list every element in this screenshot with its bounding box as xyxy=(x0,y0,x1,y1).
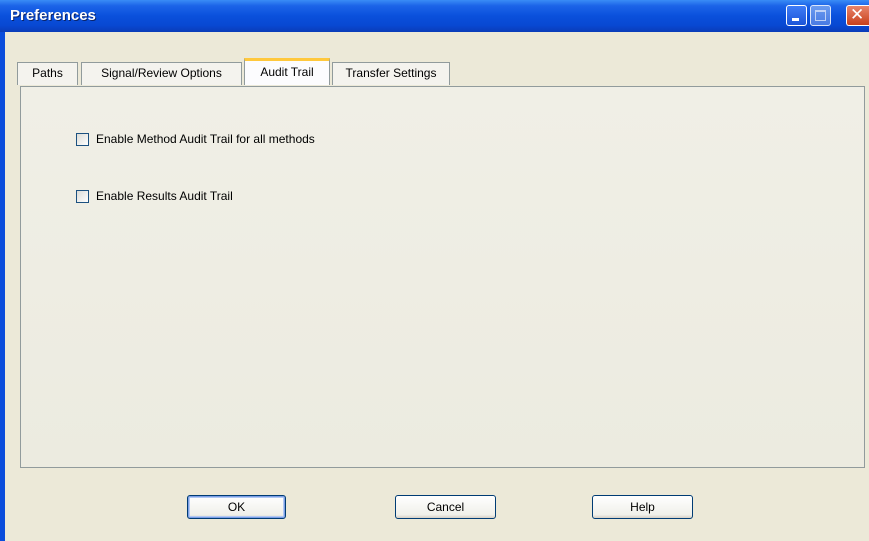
results-audit-trail-label[interactable]: Enable Results Audit Trail xyxy=(96,189,233,203)
ok-button[interactable]: OK xyxy=(187,495,286,519)
method-audit-trail-checkbox[interactable] xyxy=(76,132,89,146)
preferences-window: Preferences ✕ Paths Signal/Review Option… xyxy=(0,0,869,541)
window-title: Preferences xyxy=(10,7,96,24)
tab-paths[interactable]: Paths xyxy=(17,62,78,85)
close-icon: ✕ xyxy=(850,5,865,25)
audit-trail-panel: Enable Method Audit Trail for all method… xyxy=(20,86,865,468)
method-audit-trail-option[interactable]: Enable Method Audit Trail for all method… xyxy=(76,132,315,146)
close-button[interactable]: ✕ xyxy=(846,5,869,26)
help-button[interactable]: Help xyxy=(592,495,693,519)
cancel-button[interactable]: Cancel xyxy=(395,495,496,519)
title-bar[interactable]: Preferences ✕ xyxy=(0,0,869,32)
minimize-button[interactable] xyxy=(786,5,807,26)
results-audit-trail-option[interactable]: Enable Results Audit Trail xyxy=(76,189,233,203)
tab-signal-review-options[interactable]: Signal/Review Options xyxy=(81,62,242,85)
tab-transfer-settings[interactable]: Transfer Settings xyxy=(332,62,450,85)
minimize-icon xyxy=(792,18,799,21)
dialog-client-area: Paths Signal/Review Options Audit Trail … xyxy=(5,32,869,541)
results-audit-trail-checkbox[interactable] xyxy=(76,189,89,203)
method-audit-trail-label[interactable]: Enable Method Audit Trail for all method… xyxy=(96,132,315,146)
tab-audit-trail[interactable]: Audit Trail xyxy=(244,58,330,85)
maximize-icon xyxy=(815,10,826,21)
maximize-button[interactable] xyxy=(810,5,831,26)
